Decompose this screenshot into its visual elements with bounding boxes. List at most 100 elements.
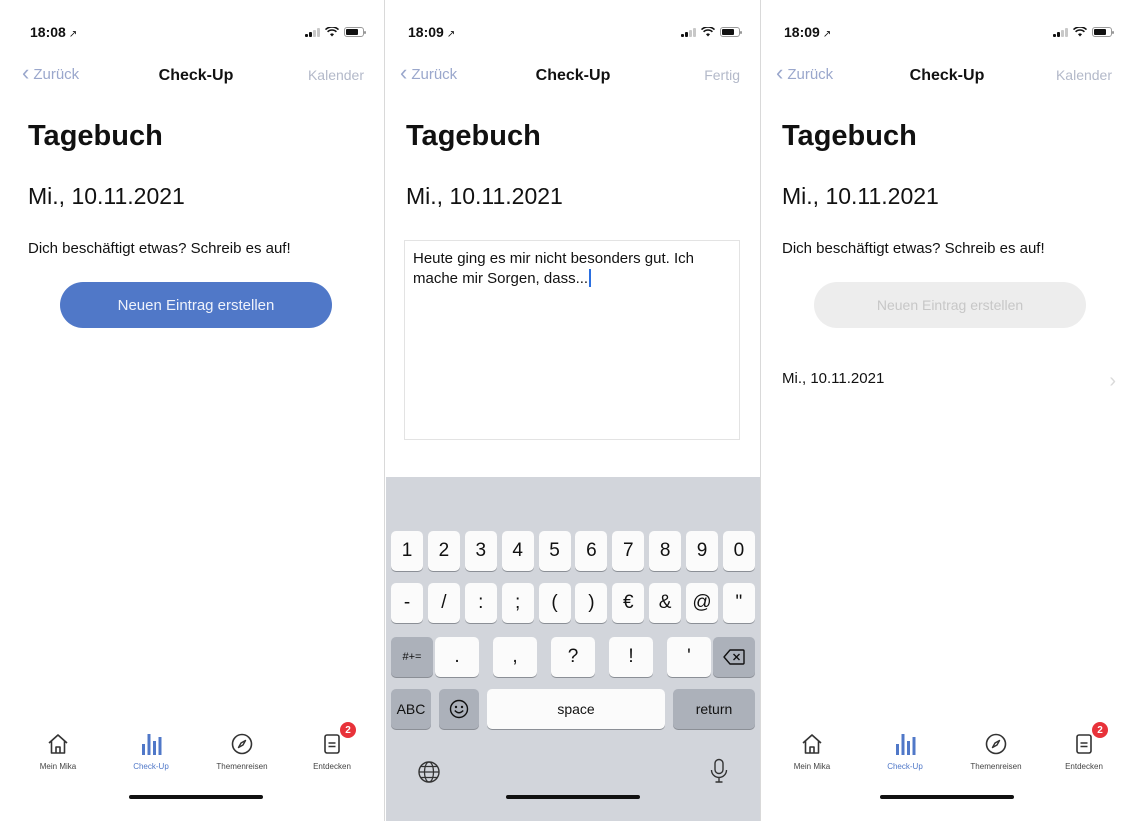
chart-bars-icon: [142, 734, 162, 755]
key-question[interactable]: ?: [551, 637, 595, 677]
home-indicator: [506, 795, 640, 799]
key-paren-close[interactable]: ): [575, 583, 608, 623]
key-abc[interactable]: ABC: [391, 689, 431, 729]
key-comma[interactable]: ,: [493, 637, 537, 677]
notification-badge: 2: [340, 722, 356, 738]
delete-key[interactable]: [713, 637, 755, 677]
status-time: 18:09: [784, 24, 820, 40]
location-arrow-icon: ↗: [822, 29, 832, 40]
compass-icon: [231, 733, 253, 755]
key-at[interactable]: @: [686, 583, 718, 623]
key-apostrophe[interactable]: ': [667, 637, 711, 677]
key-paren-open[interactable]: (: [538, 583, 571, 623]
tab-label: Themenreisen: [216, 762, 268, 771]
navigation-bar: ‹ Zurück Check-Up Fertig: [386, 62, 760, 90]
tab-bar: Mein Mika Check-Up Themenreisen 2 Entdec…: [762, 722, 1132, 778]
tab-check-up[interactable]: Check-Up: [111, 728, 191, 771]
key-5[interactable]: 5: [538, 531, 571, 571]
document-icon: [324, 734, 340, 754]
tab-label: Check-Up: [887, 762, 923, 771]
date-label: Mi., 10.11.2021: [28, 183, 185, 209]
text-caret: [589, 269, 592, 287]
new-entry-button[interactable]: Neuen Eintrag erstellen: [60, 282, 332, 328]
tab-check-up[interactable]: Check-Up: [865, 728, 945, 771]
key-0[interactable]: 0: [722, 531, 755, 571]
emoji-icon: [449, 699, 469, 719]
key-2[interactable]: 2: [427, 531, 460, 571]
key-ampersand[interactable]: &: [649, 583, 682, 623]
entry-text: Heute ging es mir nicht besonders gut. I…: [413, 250, 694, 287]
date-label: Mi., 10.11.2021: [406, 183, 563, 209]
navigation-bar: ‹ Zurück Check-Up Kalender: [8, 62, 384, 90]
key-3[interactable]: 3: [464, 531, 497, 571]
backspace-icon: [723, 649, 745, 665]
calendar-button[interactable]: Kalender: [308, 67, 364, 83]
navigation-bar: ‹ Zurück Check-Up Kalender: [762, 62, 1132, 90]
screen-diary-with-entry: 18:09 ↗ ‹ Zurück Check-Up Kalender Tagebuc…: [762, 0, 1132, 821]
key-colon[interactable]: :: [464, 583, 497, 623]
tab-entdecken[interactable]: 2 Entdecken: [292, 722, 372, 771]
tab-themenreisen[interactable]: Themenreisen: [202, 728, 282, 771]
battery-icon: [1092, 27, 1114, 37]
tab-label: Check-Up: [133, 762, 169, 771]
key-6[interactable]: 6: [575, 531, 608, 571]
key-7[interactable]: 7: [612, 531, 645, 571]
home-indicator: [880, 795, 1014, 799]
page-title: Tagebuch: [28, 120, 163, 152]
keyboard: 1 2 3 4 5 6 7 8 9 0 - / : ; ( ) € & @ " …: [386, 477, 760, 821]
key-exclamation[interactable]: !: [609, 637, 653, 677]
wifi-icon: [325, 27, 339, 37]
wifi-icon: [701, 27, 715, 37]
key-emoji[interactable]: [439, 689, 479, 729]
key-symbols-toggle[interactable]: #+=: [391, 637, 433, 677]
tab-mein-mika[interactable]: Mein Mika: [772, 728, 852, 771]
key-slash[interactable]: /: [427, 583, 460, 623]
key-return[interactable]: return: [673, 689, 755, 729]
notification-badge: 2: [1092, 722, 1108, 738]
new-entry-button-disabled: Neuen Eintrag erstellen: [814, 282, 1086, 328]
tab-label: Mein Mika: [39, 762, 77, 771]
prompt-text: Dich beschäftigt etwas? Schreib es auf!: [782, 240, 1045, 257]
cellular-signal-icon: [1053, 27, 1068, 37]
compass-icon: [985, 733, 1007, 755]
tab-label: Themenreisen: [970, 762, 1022, 771]
battery-icon: [720, 27, 742, 37]
tab-bar: Mein Mika Check-Up Themenreisen 2 Entdec…: [8, 722, 384, 778]
tab-themenreisen[interactable]: Themenreisen: [956, 728, 1036, 771]
cellular-signal-icon: [681, 27, 696, 37]
wifi-icon: [1073, 27, 1087, 37]
tab-mein-mika[interactable]: Mein Mika: [18, 728, 98, 771]
tab-label: Mein Mika: [793, 762, 831, 771]
page-title: Tagebuch: [782, 120, 917, 152]
calendar-button[interactable]: Kalender: [1056, 67, 1112, 83]
diary-entry-row[interactable]: Mi., 10.11.2021 ›: [782, 370, 1116, 394]
prompt-text: Dich beschäftigt etwas? Schreib es auf!: [28, 240, 291, 257]
key-semicolon[interactable]: ;: [501, 583, 534, 623]
globe-icon[interactable]: [414, 757, 444, 787]
tab-entdecken[interactable]: 2 Entdecken: [1044, 722, 1124, 771]
home-icon: [802, 734, 822, 754]
diary-entry-textarea[interactable]: Heute ging es mir nicht besonders gut. I…: [404, 240, 740, 440]
cellular-signal-icon: [305, 27, 320, 37]
key-8[interactable]: 8: [649, 531, 682, 571]
battery-icon: [344, 27, 366, 37]
microphone-icon[interactable]: [704, 755, 734, 787]
location-arrow-icon: ↗: [446, 29, 456, 40]
screen-diary-empty: 18:08 ↗ ‹ Zurück Check-Up Kalender Tagebuc…: [8, 0, 384, 821]
screen-diary-editing: 18:09 ↗ ‹ Zurück Check-Up Fertig Tagebuch …: [386, 0, 760, 821]
key-euro[interactable]: €: [612, 583, 645, 623]
key-hyphen[interactable]: -: [391, 583, 423, 623]
status-bar: 18:09 ↗: [386, 24, 760, 44]
tab-label: Entdecken: [1065, 762, 1103, 771]
key-quote[interactable]: ": [722, 583, 755, 623]
chevron-right-icon: ›: [1109, 370, 1116, 392]
entry-date-label: Mi., 10.11.2021: [782, 370, 885, 387]
key-period[interactable]: .: [435, 637, 479, 677]
key-4[interactable]: 4: [501, 531, 534, 571]
key-space[interactable]: space: [487, 689, 665, 729]
date-label: Mi., 10.11.2021: [782, 183, 939, 209]
key-9[interactable]: 9: [686, 531, 718, 571]
home-indicator: [129, 795, 263, 799]
key-1[interactable]: 1: [391, 531, 423, 571]
done-button[interactable]: Fertig: [704, 67, 740, 83]
